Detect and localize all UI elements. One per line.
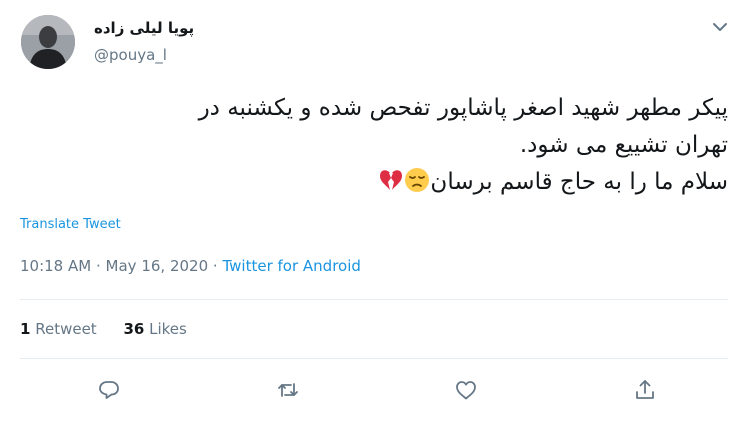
likes-stat[interactable]: 36 Likes xyxy=(123,320,186,338)
retweets-label: Retweet xyxy=(35,320,97,338)
user-handle[interactable]: @pouya_l xyxy=(94,46,167,64)
tweet-text: پیکر مطهر شهید اصغر پاشاپور تفحص شده و ی… xyxy=(16,90,728,205)
tweet-line: سلام ما را به حاج قاسم برسان xyxy=(430,169,728,195)
chevron-down-icon[interactable] xyxy=(711,18,729,36)
reply-icon[interactable] xyxy=(97,378,121,402)
divider xyxy=(20,299,728,300)
share-icon[interactable] xyxy=(633,378,657,402)
translate-tweet-link[interactable]: Translate Tweet xyxy=(20,217,121,232)
likes-label: Likes xyxy=(149,320,187,338)
tweet-time[interactable]: 10:18 AM xyxy=(20,257,91,275)
pensive-face-emoji xyxy=(404,167,430,205)
meta-separator: · xyxy=(212,257,218,275)
tweet-line: پیکر مطهر شهید اصغر پاشاپور تفحص شده و ی… xyxy=(198,95,728,121)
meta-separator: · xyxy=(95,257,101,275)
retweet-icon[interactable] xyxy=(276,378,300,402)
tweet-date[interactable]: May 16, 2020 xyxy=(106,257,209,275)
avatar-photo xyxy=(21,15,75,69)
tweet-meta: 10:18 AM · May 16, 2020 · Twitter for An… xyxy=(20,257,361,275)
tweet-source-link[interactable]: Twitter for Android xyxy=(222,257,360,275)
tweet-stats: 1 Retweet 36 Likes xyxy=(20,320,209,338)
likes-count: 36 xyxy=(123,320,145,338)
tweet-line-emoji: سلام ما را به حاج قاسم برسان xyxy=(16,164,728,205)
avatar[interactable] xyxy=(21,15,75,69)
retweets-stat[interactable]: 1 Retweet xyxy=(20,320,97,338)
display-name[interactable]: پویا لیلی زاده xyxy=(94,19,194,37)
broken-heart-emoji xyxy=(378,167,404,205)
heart-icon[interactable] xyxy=(454,378,478,402)
retweets-count: 1 xyxy=(20,320,31,338)
tweet-line: تهران تشییع می شود. xyxy=(519,132,728,158)
action-bar xyxy=(97,378,657,402)
divider xyxy=(20,358,728,359)
